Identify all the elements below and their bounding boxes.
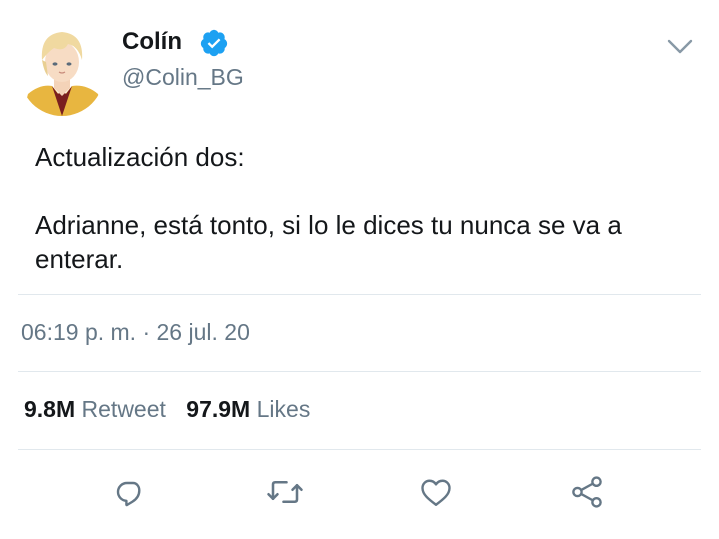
retweet-icon xyxy=(267,480,303,504)
tweet-text-line: Adrianne, está tonto, si lo le dices tu … xyxy=(35,210,622,274)
timestamp[interactable]: 06:19 p. m. · 26 jul. 20 xyxy=(21,319,250,346)
verified-badge-icon xyxy=(199,28,229,58)
retweet-button[interactable] xyxy=(263,470,307,514)
share-button[interactable] xyxy=(565,470,609,514)
chevron-down-icon[interactable] xyxy=(664,32,696,60)
retweet-count[interactable]: 9.8M xyxy=(24,396,75,422)
display-name[interactable]: Colín xyxy=(122,28,182,56)
tweet-card: Colín @Colin_BG Actualización dos: Adria… xyxy=(0,0,719,539)
divider xyxy=(18,449,701,450)
reply-button[interactable] xyxy=(108,470,152,514)
retweet-label[interactable]: Retweet xyxy=(82,396,166,422)
engagement-stats: 9.8M Retweet 97.9M Likes xyxy=(24,396,310,423)
like-count[interactable]: 97.9M xyxy=(186,396,250,422)
like-button[interactable] xyxy=(414,470,458,514)
like-label[interactable]: Likes xyxy=(257,396,311,422)
tweet-text: Actualización dos: Adrianne, está tonto,… xyxy=(35,140,695,276)
share-icon xyxy=(572,476,602,508)
reply-icon xyxy=(116,481,141,507)
avatar[interactable] xyxy=(20,24,104,116)
divider xyxy=(18,294,701,295)
like-icon xyxy=(421,479,451,506)
user-handle[interactable]: @Colin_BG xyxy=(122,64,244,91)
divider xyxy=(18,371,701,372)
tweet-text-line: Actualización dos: xyxy=(35,142,245,172)
